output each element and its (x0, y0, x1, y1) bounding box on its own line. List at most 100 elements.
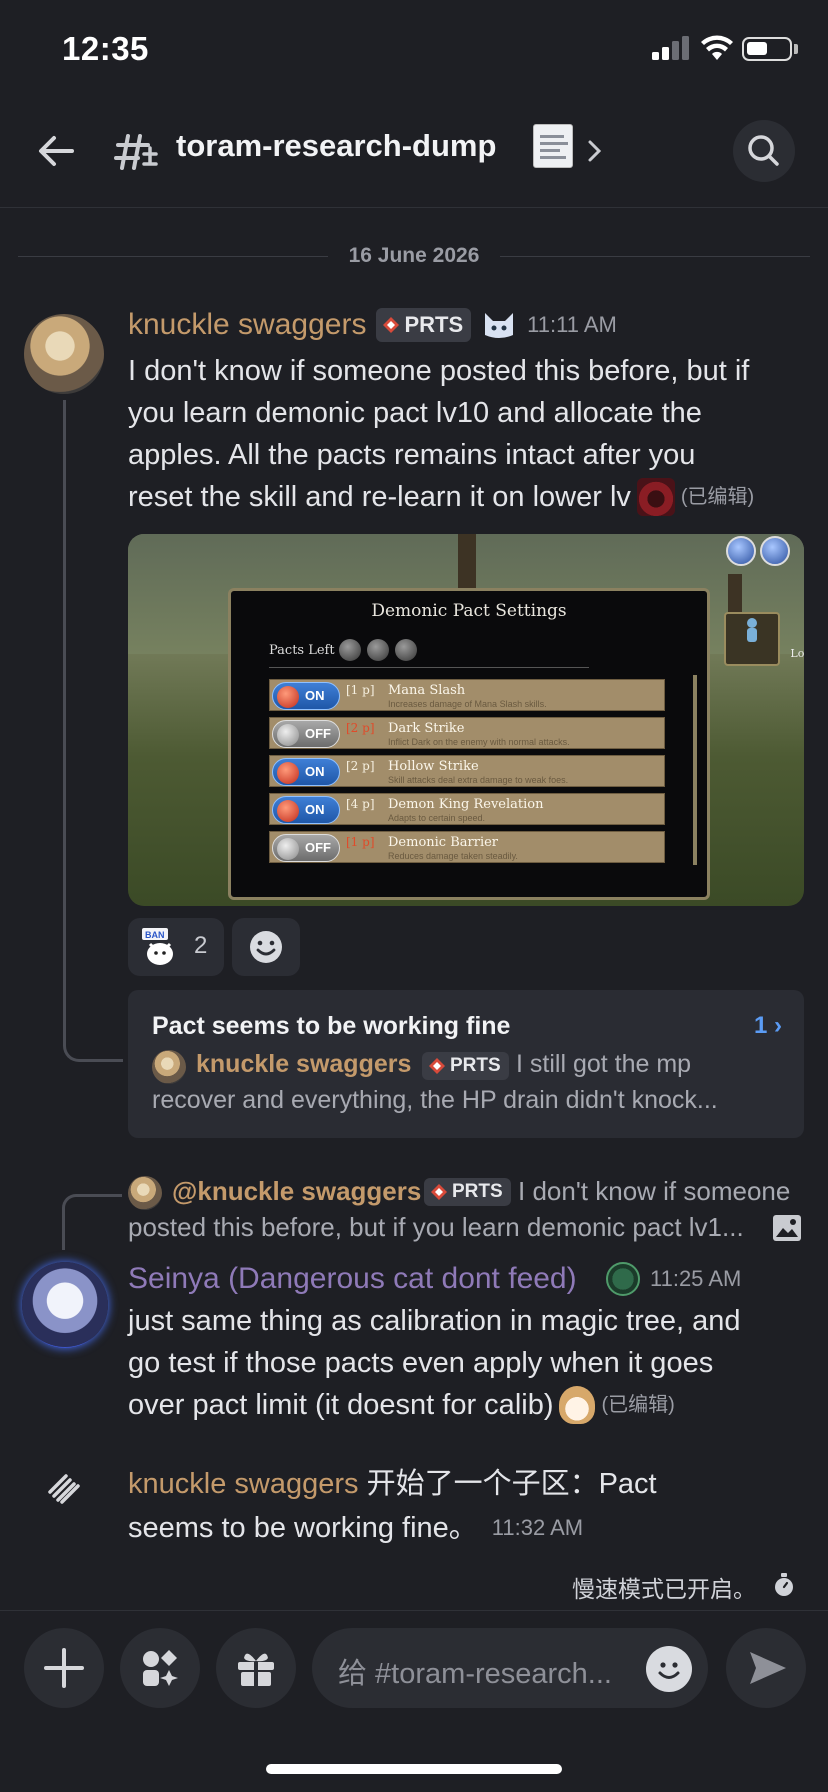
message-author[interactable]: Seinya (Dangerous cat dont feed) (128, 1262, 577, 1296)
reaction-ban[interactable]: BAN 2 (128, 918, 224, 976)
pact-toggle: OFF (272, 720, 340, 748)
date-divider: 16 June 2026 (348, 244, 480, 267)
pact-orb (339, 639, 361, 661)
system-message: knuckle swaggers 开始了一个子区：Pact seems to b… (128, 1462, 808, 1550)
add-reaction-button[interactable] (232, 918, 300, 976)
message-author[interactable]: knuckle swaggers (128, 308, 366, 342)
pact-toggle: ON (272, 682, 340, 710)
channel-title[interactable]: toram-research-dump (176, 128, 496, 164)
battery-icon (742, 37, 792, 61)
thread-preview: recover and everything, the HP drain did… (152, 1086, 718, 1114)
pact-settings-panel: Demonic Pact Settings Pacts Left ON [1 p… (228, 588, 710, 900)
prts-badge-icon (383, 317, 400, 333)
pact-description: Inflict Dark on the enemy with normal at… (388, 737, 570, 747)
composer-divider (0, 1610, 828, 1611)
chevron-right-icon[interactable] (584, 136, 606, 166)
date-divider-line (500, 256, 810, 257)
look-button: Look (724, 612, 804, 666)
thread-started-icon (48, 1474, 80, 1504)
search-button[interactable] (733, 120, 795, 182)
pact-toggle: ON (272, 796, 340, 824)
role-badge-label: PRTS (404, 312, 464, 337)
message-body: I don't know if someone posted this befo… (128, 350, 808, 518)
message-input[interactable]: 给 #toram-research... (312, 1628, 708, 1708)
message-timestamp: 11:11 AM (527, 312, 617, 337)
message-author[interactable]: knuckle swaggers (128, 1468, 359, 1500)
pact-name: Hollow Strike (388, 759, 479, 774)
pact-description: Reduces damage taken steadily. (388, 851, 518, 861)
message-line: over pact limit (it doesnt for calib) (128, 1389, 554, 1421)
add-attachment-button[interactable] (24, 1628, 104, 1708)
pact-cost: [2 p] (346, 759, 375, 773)
custom-emoji (559, 1386, 596, 1424)
prts-badge-icon (429, 1058, 445, 1074)
pact-toggle: ON (272, 758, 340, 786)
pact-cost: [1 p] (346, 683, 375, 697)
edited-label: (已编辑) (680, 486, 755, 508)
pact-cost: [1 p] (346, 835, 375, 849)
gift-button[interactable] (216, 1628, 296, 1708)
thread-connector-line (63, 400, 123, 1062)
wifi-icon (701, 35, 733, 60)
send-icon (750, 1652, 786, 1684)
avatar (128, 1176, 162, 1210)
stopwatch-icon (775, 1573, 793, 1596)
reply-connector-line (62, 1194, 122, 1250)
message-timestamp: 11:32 AM (491, 1515, 584, 1540)
close-game-button (760, 536, 790, 566)
back-game-button (726, 536, 756, 566)
pact-description: Skill attacks deal extra damage to weak … (388, 775, 569, 785)
plus-icon (44, 1648, 84, 1688)
pact-row: OFF [2 p] Dark Strike Inflict Dark on th… (269, 717, 665, 749)
pact-toggle: OFF (272, 834, 340, 862)
pacts-left-label: Pacts Left (269, 643, 335, 658)
avatar[interactable] (22, 1262, 108, 1348)
reaction-count: 2 (194, 932, 208, 959)
reply-author[interactable]: @knuckle swaggers (172, 1176, 421, 1207)
role-badge: PRTS (422, 1052, 509, 1080)
reply-preview[interactable]: posted this before, but if you learn dem… (128, 1212, 744, 1243)
back-arrow-icon[interactable] (34, 128, 80, 174)
smile-icon (658, 1662, 680, 1679)
emoji-picker-button[interactable] (646, 1646, 692, 1692)
thread-card[interactable]: Pact seems to be working fine 1 › knuckl… (128, 990, 804, 1138)
panel-scrollbar (693, 675, 697, 865)
slowmode-notice: 慢速模式已开启。 (572, 1576, 756, 1602)
pact-orb (367, 639, 389, 661)
message-body: just same thing as calibration in magic … (128, 1300, 818, 1426)
battery-nub (794, 44, 798, 54)
pact-description: Adapts to certain speed. (388, 813, 486, 823)
cat-emoji-icon (485, 313, 514, 338)
image-attachment[interactable]: Demonic Pact Settings Pacts Left ON [1 p… (128, 534, 804, 906)
pact-description: Increases damage of Mana Slash skills. (388, 699, 547, 709)
avatar[interactable] (24, 314, 104, 394)
system-text[interactable]: seems to be working fine。 (128, 1506, 478, 1550)
header-divider (0, 207, 828, 208)
thread-message-count: 1 › (753, 1012, 782, 1039)
server-tag-icon (606, 1262, 640, 1296)
role-badge: PRTS (376, 308, 472, 342)
message-line: I don't know if someone posted this befo… (128, 355, 750, 387)
cellular-signal-icon (652, 36, 689, 60)
message-timestamp: 11:25 AM (650, 1266, 742, 1291)
pact-orb (395, 639, 417, 661)
status-time: 12:35 (62, 30, 149, 67)
pact-name: Demon King Revelation (388, 797, 544, 812)
message-line: reset the skill and re-learn it on lower… (128, 481, 631, 513)
pact-row: ON [1 p] Mana Slash Increases damage of … (269, 679, 665, 711)
date-divider-line (18, 256, 328, 257)
message-line: go test if those pacts even apply when i… (128, 1347, 714, 1379)
apps-button[interactable] (120, 1628, 200, 1708)
thread-preview: I still got the mp (516, 1050, 692, 1078)
document-emoji (533, 124, 573, 168)
gift-icon (238, 1653, 274, 1686)
message-line: just same thing as calibration in magic … (128, 1305, 741, 1337)
custom-emoji (636, 478, 675, 516)
system-text: 开始了一个子区：Pact (366, 1468, 657, 1500)
search-icon (748, 135, 779, 166)
send-button[interactable] (726, 1628, 806, 1708)
home-indicator (266, 1764, 562, 1774)
role-badge: PRTS (424, 1178, 511, 1206)
reply-preview[interactable]: I don't know if someone (518, 1176, 790, 1207)
avatar (152, 1050, 186, 1084)
